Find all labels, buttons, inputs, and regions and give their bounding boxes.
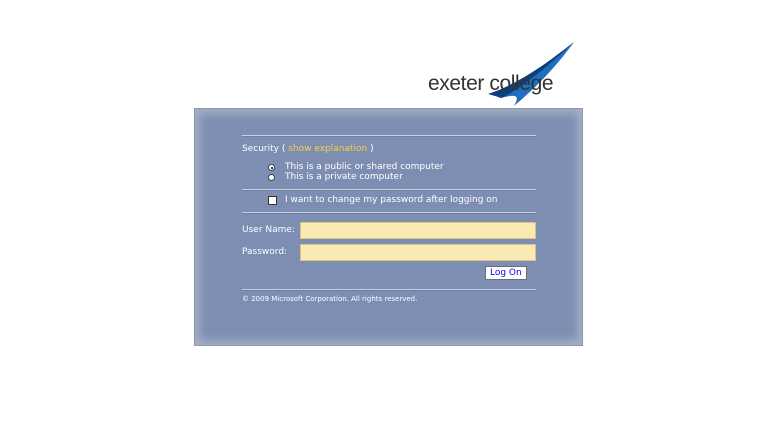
- divider: [242, 212, 536, 214]
- exeter-college-logo: exeter college: [428, 40, 578, 108]
- security-close: ): [370, 144, 374, 154]
- change-password-checkbox[interactable]: [268, 196, 277, 205]
- divider: [242, 289, 536, 291]
- public-computer-radio[interactable]: [268, 164, 275, 171]
- private-computer-label: This is a private computer: [285, 172, 403, 182]
- divider: [242, 135, 536, 137]
- username-input[interactable]: [300, 222, 536, 239]
- divider: [242, 189, 536, 191]
- login-panel: Security ( show explanation ) This is a …: [194, 108, 583, 346]
- log-on-button[interactable]: Log On: [485, 266, 527, 280]
- private-computer-radio[interactable]: [268, 174, 275, 181]
- public-computer-label: This is a public or shared computer: [285, 162, 444, 172]
- username-label: User Name:: [242, 225, 295, 235]
- password-label: Password:: [242, 247, 288, 257]
- security-row: Security ( show explanation ): [242, 144, 374, 154]
- password-input[interactable]: [300, 244, 536, 261]
- copyright-text: © 2009 Microsoft Corporation. All rights…: [242, 295, 418, 303]
- show-explanation-link[interactable]: show explanation: [288, 144, 367, 154]
- change-password-label: I want to change my password after loggi…: [285, 195, 498, 205]
- login-page: exeter college Security ( show explanati…: [0, 0, 777, 423]
- logo-text: exeter college: [428, 72, 554, 95]
- security-label: Security (: [242, 144, 286, 154]
